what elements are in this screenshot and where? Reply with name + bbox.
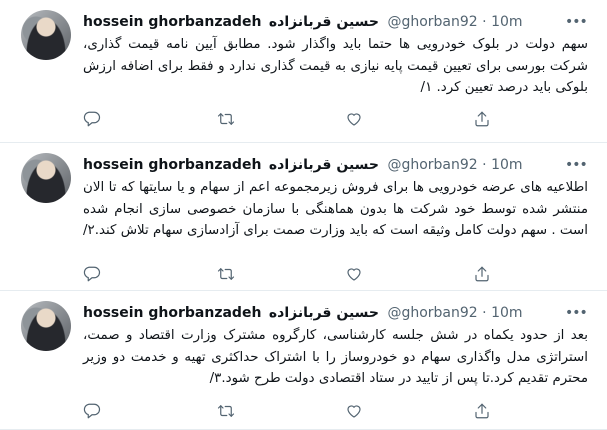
avatar[interactable] xyxy=(21,301,71,351)
retweet-icon[interactable] xyxy=(217,110,237,128)
tweet[interactable]: hossein ghorbanzadeh حسین قربانزاده @gho… xyxy=(0,0,607,143)
timestamp[interactable]: 10m xyxy=(491,157,522,173)
heart-icon[interactable] xyxy=(345,402,365,420)
tweet-header: hossein ghorbanzadeh حسین قربانزاده @gho… xyxy=(83,303,567,323)
author-name-persian[interactable]: حسین قربانزاده xyxy=(269,157,379,173)
tweet-feed: hossein ghorbanzadeh حسین قربانزاده @gho… xyxy=(0,0,607,430)
author-handle[interactable]: @ghorban92 xyxy=(387,305,477,321)
tweet[interactable]: hossein ghorbanzadeh حسین قربانزاده @gho… xyxy=(0,291,607,430)
author-name-persian[interactable]: حسین قربانزاده xyxy=(269,14,379,30)
avatar[interactable] xyxy=(21,10,71,60)
more-horizontal-icon[interactable]: ••• xyxy=(565,157,588,173)
reply-icon[interactable] xyxy=(83,402,103,420)
reply-icon[interactable] xyxy=(83,110,103,128)
heart-icon[interactable] xyxy=(345,110,365,128)
timestamp[interactable]: 10m xyxy=(491,305,522,321)
tweet-header: hossein ghorbanzadeh حسین قربانزاده @gho… xyxy=(83,155,567,175)
avatar[interactable] xyxy=(21,153,71,203)
share-icon[interactable] xyxy=(473,265,493,283)
share-icon[interactable] xyxy=(473,110,493,128)
more-horizontal-icon[interactable]: ••• xyxy=(565,14,588,30)
author-handle[interactable]: @ghorban92 xyxy=(387,14,477,30)
more-horizontal-icon[interactable]: ••• xyxy=(565,305,588,321)
heart-icon[interactable] xyxy=(345,265,365,283)
author-name[interactable]: hossein ghorbanzadeh xyxy=(83,14,261,30)
reply-icon[interactable] xyxy=(83,265,103,283)
tweet-text: سهم دولت در بلوک خودرویی ها حتما باید وا… xyxy=(83,37,588,95)
retweet-icon[interactable] xyxy=(217,402,237,420)
author-name-persian[interactable]: حسین قربانزاده xyxy=(269,305,379,321)
tweet-header: hossein ghorbanzadeh حسین قربانزاده @gho… xyxy=(83,12,567,32)
tweet[interactable]: hossein ghorbanzadeh حسین قربانزاده @gho… xyxy=(0,143,607,291)
timestamp[interactable]: 10m xyxy=(491,14,522,30)
separator-dot: · xyxy=(482,305,487,321)
retweet-icon[interactable] xyxy=(217,265,237,283)
tweet-actions xyxy=(83,110,543,128)
share-icon[interactable] xyxy=(473,402,493,420)
tweet-actions xyxy=(83,265,543,283)
author-name[interactable]: hossein ghorbanzadeh xyxy=(83,305,261,321)
author-handle[interactable]: @ghorban92 xyxy=(387,157,477,173)
tweet-actions xyxy=(83,402,543,420)
tweet-text: بعد از حدود یکماه در شش جلسه کارشناسی، ک… xyxy=(83,328,588,386)
tweet-text: اطلاعیه های عرضه خودرویی ها برای فروش زی… xyxy=(83,180,588,238)
author-name[interactable]: hossein ghorbanzadeh xyxy=(83,157,261,173)
separator-dot: · xyxy=(482,157,487,173)
separator-dot: · xyxy=(482,14,487,30)
